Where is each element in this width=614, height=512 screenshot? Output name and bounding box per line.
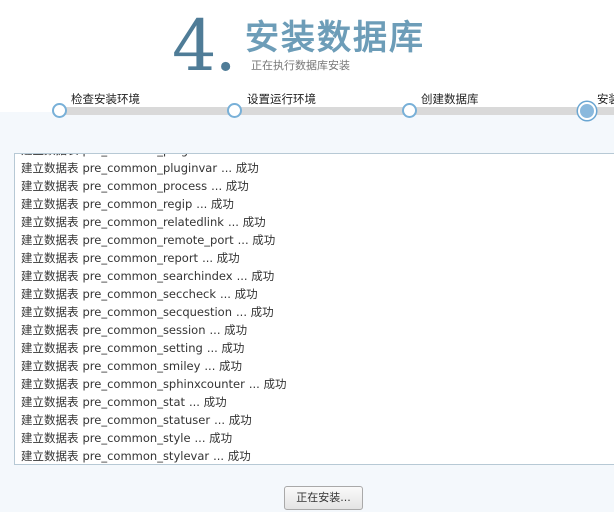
log-entry-prefix: 建立数据表 <box>21 449 79 463</box>
log-entry: 建立数据表 pre_common_remote_port... 成功 <box>21 231 290 249</box>
log-entry-table: pre_common_plugin <box>83 154 199 157</box>
log-entry-table: pre_common_remote_port <box>82 233 234 247</box>
log-entry: 建立数据表 pre_common_statuser... 成功 <box>21 411 290 429</box>
step-1-label: 检查安装环境 <box>71 92 140 106</box>
step-number: 4. <box>172 5 237 87</box>
log-entry-prefix: 建立数据表 <box>21 413 79 427</box>
page-subtitle: 正在执行数据库安装 <box>251 59 350 72</box>
log-entry-table: pre_common_seccheck <box>82 287 217 301</box>
log-entry-status: ... 成功 <box>227 215 266 229</box>
log-entry-table: pre_common_statuser <box>82 413 211 427</box>
step-3-label: 创建数据库 <box>421 92 479 106</box>
log-entry-prefix: 建立数据表 <box>21 341 79 355</box>
log-entry-status: ... 成功 <box>206 341 245 355</box>
log-entry-prefix: 建立数据表 <box>21 287 79 301</box>
log-entry: 建立数据表 pre_common_session... 成功 <box>21 321 290 339</box>
log-entry: 建立数据表 pre_common_stat... 成功 <box>21 393 290 411</box>
log-entry-table: pre_common_stylevar <box>82 449 210 463</box>
log-entry-prefix: 建立数据表 <box>21 269 79 283</box>
log-entry: 建立数据表 pre_common_process... 成功 <box>21 177 290 195</box>
log-entry-status: ... 成功 <box>236 305 274 319</box>
log-entry-prefix: 建立数据表 <box>21 233 79 247</box>
log-entry: 建立数据表 pre_common_pluginvar... 成功 <box>21 159 290 177</box>
log-entry-table: pre_common_sphinxcounter <box>82 377 245 391</box>
page-title: 安装数据库 <box>245 18 425 58</box>
log-entry-prefix: 建立数据表 <box>21 154 79 157</box>
log-entry-status: ... 成功 <box>209 323 248 337</box>
log-entry: 建立数据表 pre_common_style... 成功 <box>21 429 290 447</box>
log-entry: 建立数据表 pre_common_setting... 成功 <box>21 339 290 357</box>
install-log[interactable]: 建立数据表pre_common_plugin建立数据表pre_common_pl… <box>14 153 614 465</box>
log-entry-status: ... 成功 <box>248 377 287 391</box>
log-entry-prefix: 建立数据表 <box>21 395 79 409</box>
step-3-indicator <box>402 103 417 118</box>
log-entry-status: ... 成功 <box>214 413 252 427</box>
log-entry-status: ... 成功 <box>213 449 251 463</box>
progress-track <box>58 107 614 115</box>
log-entry-prefix: 建立数据表 <box>21 251 79 265</box>
log-entry-status: ... 成功 <box>196 197 234 211</box>
log-entry-table: pre_common_relatedlink <box>82 215 224 229</box>
log-entry-prefix: 建立数据表 <box>21 179 79 193</box>
log-entry-table: pre_common_setting <box>82 341 203 355</box>
log-entry-status: ... 成功 <box>221 161 259 175</box>
log-entry-status: ... 成功 <box>189 395 227 409</box>
log-entry-status: ... 成功 <box>237 233 276 247</box>
log-entry-status: ... 成功 <box>236 269 275 283</box>
log-entry: 建立数据表 pre_common_searchindex... 成功 <box>21 267 290 285</box>
log-entry-status: ... 成功 <box>194 431 233 445</box>
log-entry: 建立数据表 pre_common_stylevar... 成功 <box>21 447 290 464</box>
log-entry-table: pre_common_pluginvar <box>82 161 218 175</box>
log-entry-table: pre_common_searchindex <box>82 269 233 283</box>
log-entry: 建立数据表 pre_common_relatedlink... 成功 <box>21 213 290 231</box>
log-entry: 建立数据表 pre_common_regip... 成功 <box>21 195 290 213</box>
log-entry-prefix: 建立数据表 <box>21 197 79 211</box>
log-entry: 建立数据表 pre_common_report... 成功 <box>21 249 290 267</box>
log-entry-prefix: 建立数据表 <box>21 377 79 391</box>
log-entry-table: pre_common_process <box>82 179 208 193</box>
log-entry-table: pre_common_session <box>82 323 206 337</box>
log-entry-table: pre_common_style <box>82 431 191 445</box>
log-entry-status: ... 成功 <box>220 287 258 301</box>
log-entry-table: pre_common_smiley <box>82 359 201 373</box>
step-4-label: 安装 <box>597 92 614 106</box>
log-entry: 建立数据表 pre_common_smiley... 成功 <box>21 357 290 375</box>
log-entry-status: ... 成功 <box>204 359 243 373</box>
log-entry-prefix: 建立数据表 <box>21 323 79 337</box>
step-1-indicator <box>52 103 67 118</box>
step-2-label: 设置运行环境 <box>247 92 316 106</box>
log-entry-table: pre_common_report <box>82 251 199 265</box>
log-entry-prefix: 建立数据表 <box>21 215 79 229</box>
log-entry: 建立数据表 pre_common_sphinxcounter... 成功 <box>21 375 290 393</box>
log-entry-prefix: 建立数据表 <box>21 305 79 319</box>
log-entry-table: pre_common_secquestion <box>82 305 233 319</box>
install-log-list: 建立数据表pre_common_plugin建立数据表pre_common_pl… <box>21 154 290 464</box>
log-entry-table: pre_common_stat <box>82 395 186 409</box>
log-entry: 建立数据表 pre_common_seccheck... 成功 <box>21 285 290 303</box>
log-entry-table: pre_common_regip <box>82 197 193 211</box>
log-entry-status: ... 成功 <box>202 251 240 265</box>
log-entry-prefix: 建立数据表 <box>21 359 79 373</box>
step-2-indicator <box>227 103 242 118</box>
log-entry-prefix: 建立数据表 <box>21 161 79 175</box>
step-4-indicator <box>578 102 596 120</box>
log-entry-prefix: 建立数据表 <box>21 431 79 445</box>
log-entry: 建立数据表 pre_common_secquestion... 成功 <box>21 303 290 321</box>
installing-button[interactable]: 正在安装... <box>284 486 363 510</box>
log-entry-status: ... 成功 <box>211 179 249 193</box>
